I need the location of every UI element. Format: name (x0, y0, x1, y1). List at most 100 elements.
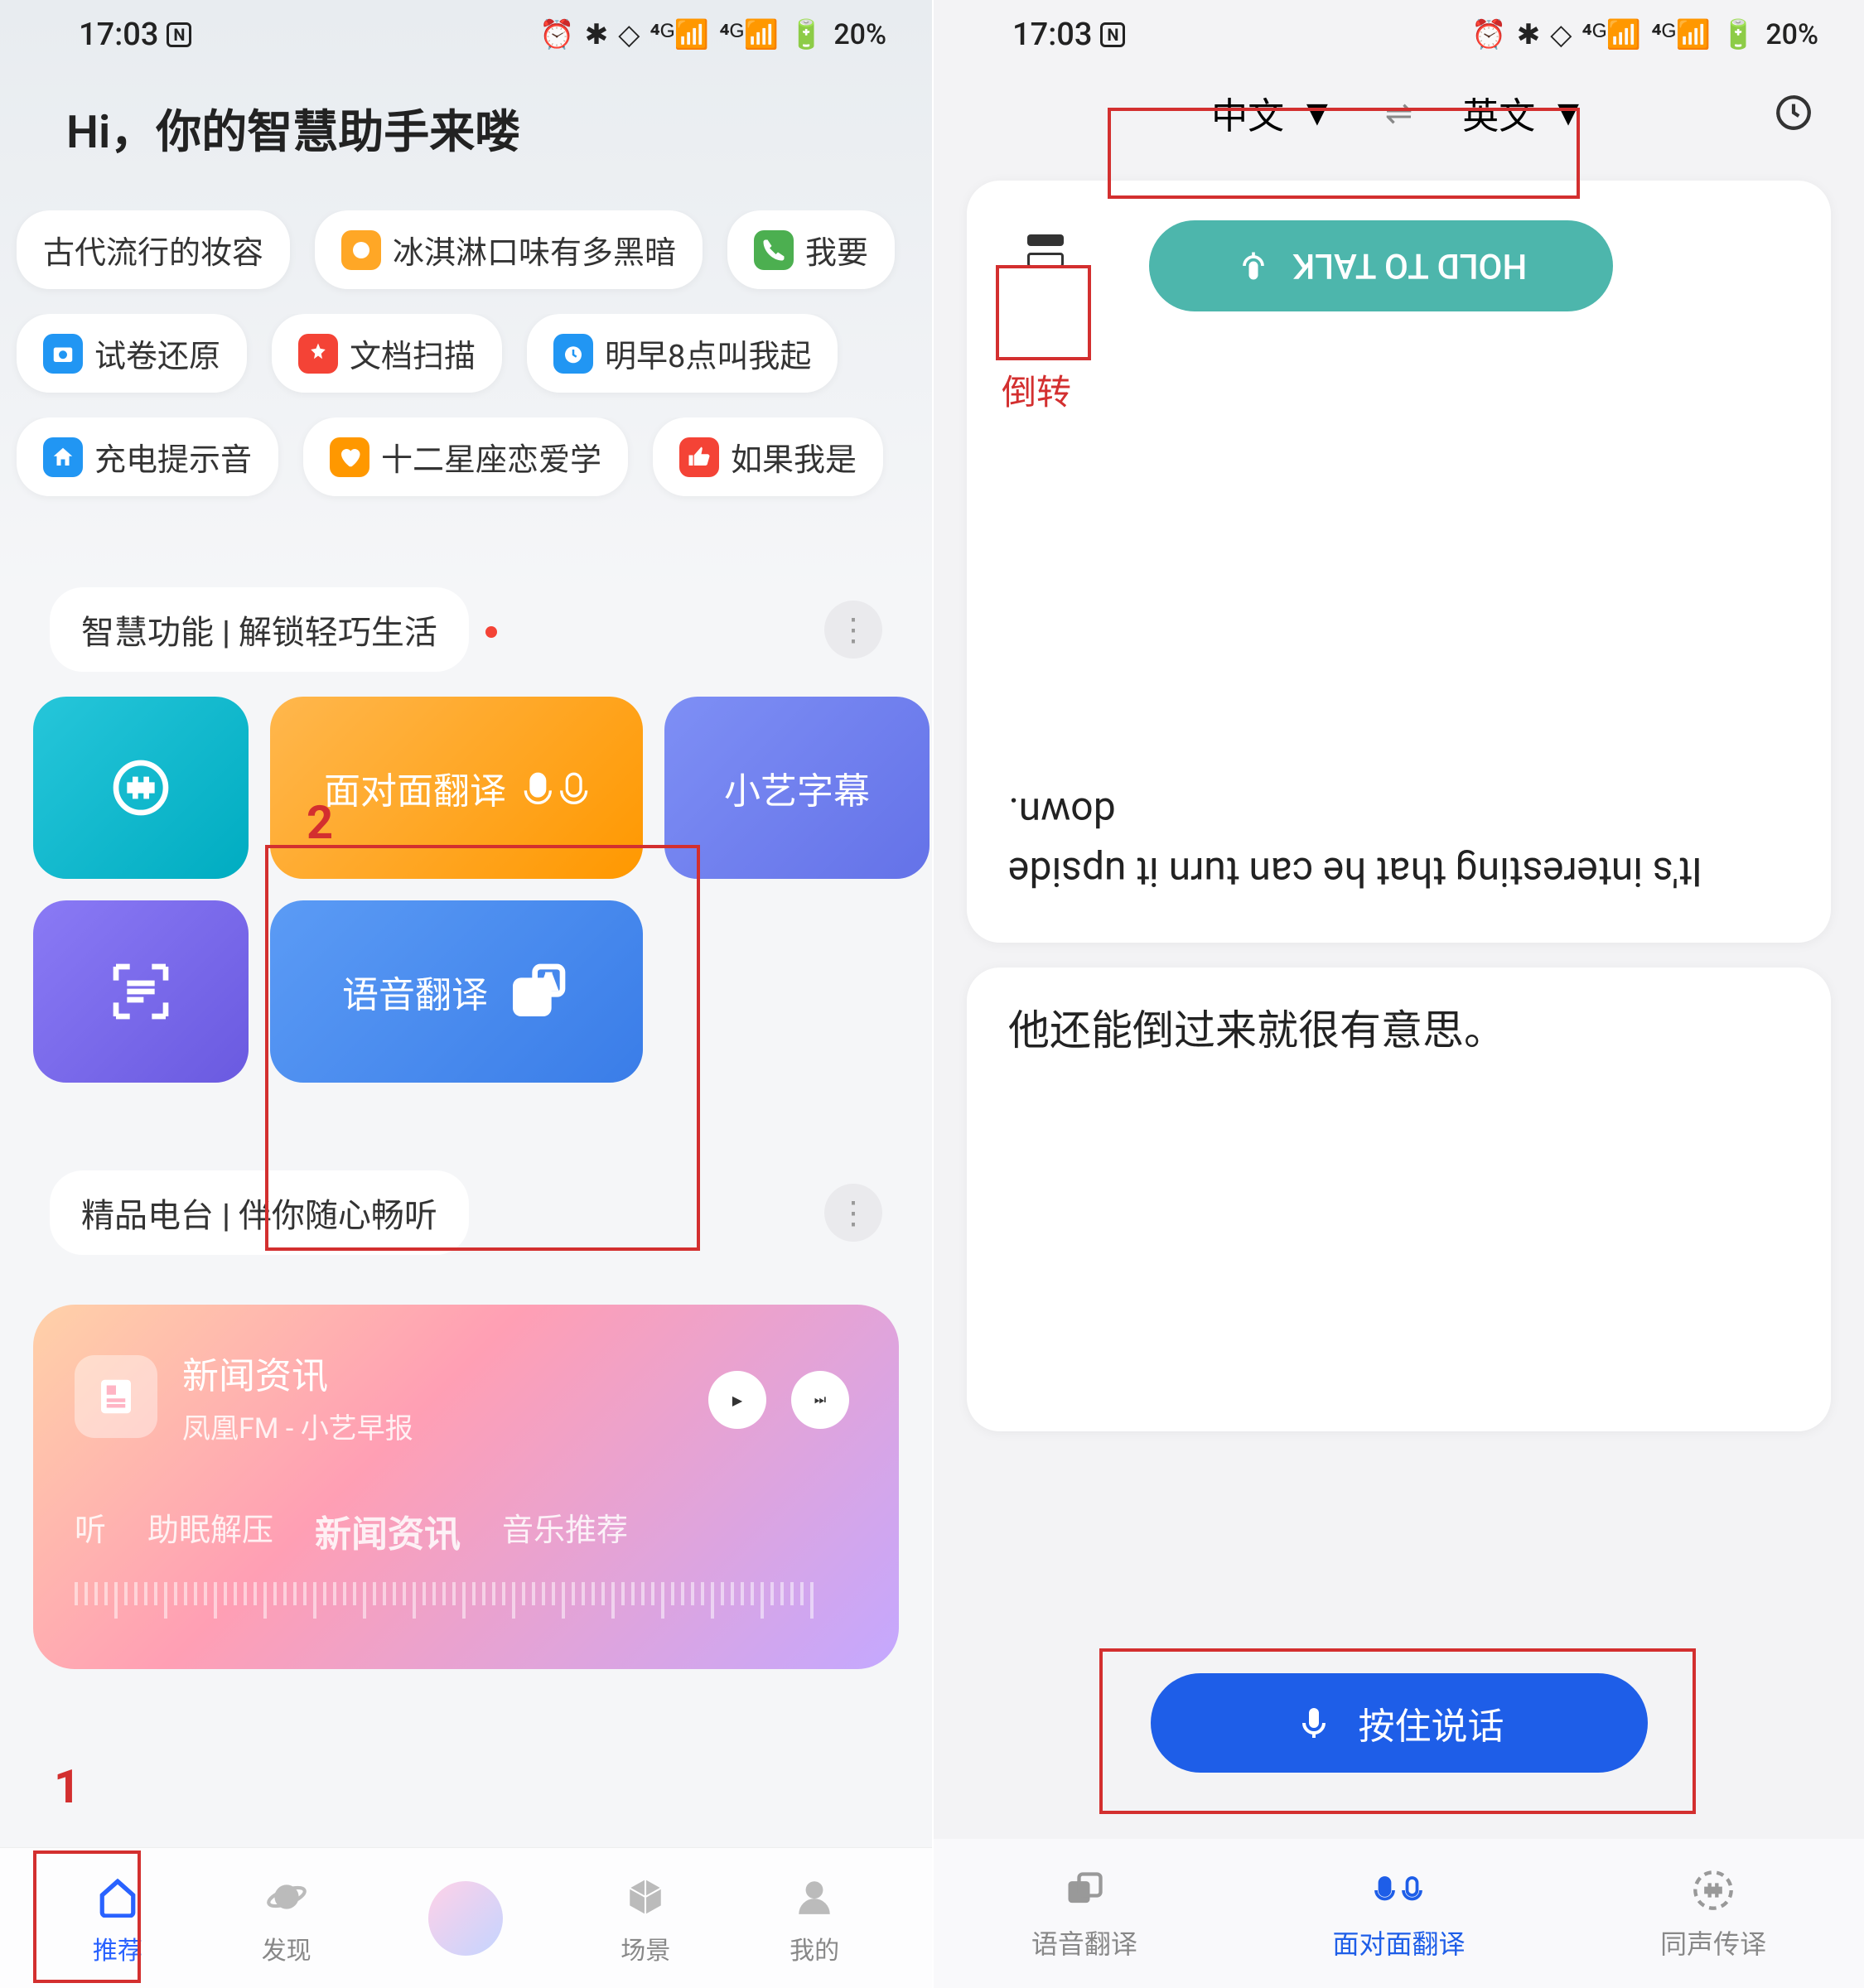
flavor-icon (341, 230, 381, 270)
ocr-frame-icon (108, 958, 174, 1025)
source-text: 他还能倒过来就很有意思。 (1008, 1001, 1789, 1063)
nav-label: 场景 (621, 1930, 670, 1966)
chip-scan[interactable]: 文档扫描 (272, 314, 502, 393)
chip-row-3: 充电提示音 十二星座恋爱学 如果我是 (0, 417, 932, 521)
planet-icon (260, 1870, 313, 1923)
alarm-icon: ⏰ (539, 18, 574, 51)
flip-red-label: 倒转 (1002, 364, 1071, 415)
nav-voice-translate[interactable]: 语音翻译 (1031, 1865, 1137, 1961)
card-subtitle[interactable]: 小艺字幕 (664, 697, 930, 879)
radio-tab[interactable]: 音乐推荐 (502, 1504, 628, 1557)
nav-mine[interactable]: 我的 (788, 1870, 841, 1966)
highlight-box-press (1099, 1648, 1696, 1814)
radio-subtitle: 凤凰FM - 小艺早报 (182, 1406, 413, 1446)
status-bar: 17:03 N ⏰ ✱ ◇ ⁴ᴳ📶 ⁴ᴳ📶 🔋 20% (0, 0, 932, 61)
callout-2: 2 (307, 795, 333, 850)
source-card: 他还能倒过来就很有意思。 (967, 967, 1831, 1431)
highlight-box-2 (265, 845, 700, 1251)
status-time: 17:03 (1012, 17, 1092, 53)
highlight-box-flip (996, 265, 1091, 360)
radio-tab[interactable]: 助眠解压 (147, 1504, 273, 1557)
chip-row-1: 古代流行的妆容 冰淇淋口味有多黑暗 我要 (0, 210, 932, 314)
chip-exam[interactable]: 试卷还原 (17, 314, 247, 393)
next-button[interactable]: ⏭ (791, 1371, 849, 1429)
chip-label: 如果我是 (731, 434, 857, 480)
radio-tab-active[interactable]: 新闻资讯 (315, 1504, 461, 1557)
more-button[interactable]: ⋮ (824, 601, 882, 659)
battery-pct: 20% (833, 18, 886, 51)
user-icon (788, 1870, 841, 1923)
red-dot-icon (485, 626, 497, 638)
signal2-icon: ⁴ᴳ📶 (719, 18, 779, 51)
section-smart-title: 智慧功能 | 解锁轻巧生活 (50, 587, 469, 672)
nfc-icon: N (1100, 22, 1125, 47)
chip-alarm[interactable]: 明早8点叫我起 (527, 314, 838, 393)
section-smart-header: 智慧功能 | 解锁轻巧生活 ⋮ (0, 521, 932, 697)
chip-ifiwas[interactable]: 如果我是 (653, 417, 883, 496)
nav-simult-translate[interactable]: 同声传译 (1660, 1865, 1766, 1961)
translate-icon (1060, 1865, 1109, 1915)
thumbs-up-icon (679, 437, 719, 477)
card-unknown-purple[interactable] (33, 900, 249, 1083)
flip-bar-icon (1027, 234, 1064, 246)
radio-tabs: 听 助眠解压 新闻资讯 音乐推荐 (75, 1504, 857, 1557)
avatar-icon (428, 1881, 503, 1956)
cube-icon (619, 1870, 672, 1923)
left-phone: 17:03 N ⏰ ✱ ◇ ⁴ᴳ📶 ⁴ᴳ📶 🔋 20% Hi，你的智慧助手来喽 … (0, 0, 932, 1988)
radio-tab[interactable]: 听 (75, 1504, 106, 1557)
chip-label: 试卷还原 (94, 331, 220, 376)
card-unknown-cyan[interactable] (33, 697, 249, 879)
battery-icon: 🔋 (789, 18, 823, 51)
chip-label: 古代流行的妆容 (43, 227, 263, 273)
card-label: 面对面翻译 (324, 761, 506, 814)
highlight-box-1 (33, 1850, 141, 1983)
chip-charge[interactable]: 充电提示音 (17, 417, 278, 496)
hold-to-talk-button[interactable]: HOLD TO TALK (1149, 220, 1613, 311)
chip-label: 文档扫描 (350, 331, 476, 376)
signal-icon: ⁴ᴳ📶 (1582, 18, 1641, 51)
hold-label: HOLD TO TALK (1293, 246, 1527, 287)
signal2-icon: ⁴ᴳ📶 (1651, 18, 1711, 51)
radio-title: 新闻资讯 (182, 1346, 413, 1399)
signal-icon: ⁴ᴳ📶 (650, 18, 709, 51)
nav-label: 发现 (262, 1930, 311, 1966)
heart-icon (330, 437, 369, 477)
radio-ruler[interactable] (75, 1582, 857, 1624)
alarm-icon (553, 334, 593, 374)
battery-pct: 20% (1765, 18, 1818, 51)
chip-label: 冰淇淋口味有多黑暗 (393, 227, 676, 273)
alarm-icon: ⏰ (1471, 18, 1506, 51)
highlight-box-lang (1108, 108, 1580, 199)
nav-label: 语音翻译 (1031, 1923, 1137, 1961)
nav-face-translate[interactable]: 面对面翻译 (1332, 1865, 1465, 1961)
nav-label: 我的 (790, 1930, 839, 1966)
news-file-icon (75, 1355, 157, 1438)
chip-zodiac[interactable]: 十二星座恋爱学 (303, 417, 628, 496)
nav-scene[interactable]: 场景 (619, 1870, 672, 1966)
radio-card[interactable]: 新闻资讯 凤凰FM - 小艺早报 ▶ ⏭ 听 助眠解压 新闻资讯 音乐推荐 (33, 1305, 899, 1669)
top-conversation-card: HOLD TO TALK It's interesting that he ca… (967, 181, 1831, 943)
chip-label: 我要 (805, 227, 868, 273)
wifi-icon: ◇ (1550, 18, 1572, 51)
play-button[interactable]: ▶ (708, 1371, 766, 1429)
chip-call[interactable]: 我要 (727, 210, 895, 289)
translate-bottom-nav: 语音翻译 面对面翻译 同声传译 (934, 1839, 1864, 1988)
nav-discover[interactable]: 发现 (260, 1870, 313, 1966)
callout-1: 1 (54, 1759, 80, 1814)
chip-icecream[interactable]: 冰淇淋口味有多黑暗 (315, 210, 703, 289)
status-time: 17:03 (79, 17, 158, 53)
chip-makeup[interactable]: 古代流行的妆容 (17, 210, 290, 289)
more-button[interactable]: ⋮ (824, 1184, 882, 1242)
battery-icon: 🔋 (1721, 18, 1755, 51)
translated-text: It's interesting that he can turn it ups… (1008, 782, 1789, 901)
chip-label: 明早8点叫我起 (605, 331, 811, 376)
greeting-text: Hi，你的智慧助手来喽 (0, 61, 932, 210)
sound-wave-icon (108, 755, 174, 821)
nav-assistant[interactable] (428, 1881, 503, 1956)
right-phone: 17:03 N ⏰ ✱ ◇ ⁴ᴳ📶 ⁴ᴳ📶 🔋 20% 中文 ▼ ⇌ 英文 ▼ (932, 0, 1864, 1988)
bluetooth-icon: ✱ (585, 18, 609, 51)
history-button[interactable] (1765, 84, 1823, 142)
home-icon (43, 437, 83, 477)
new-badge-icon (298, 334, 338, 374)
bluetooth-icon: ✱ (1517, 18, 1541, 51)
